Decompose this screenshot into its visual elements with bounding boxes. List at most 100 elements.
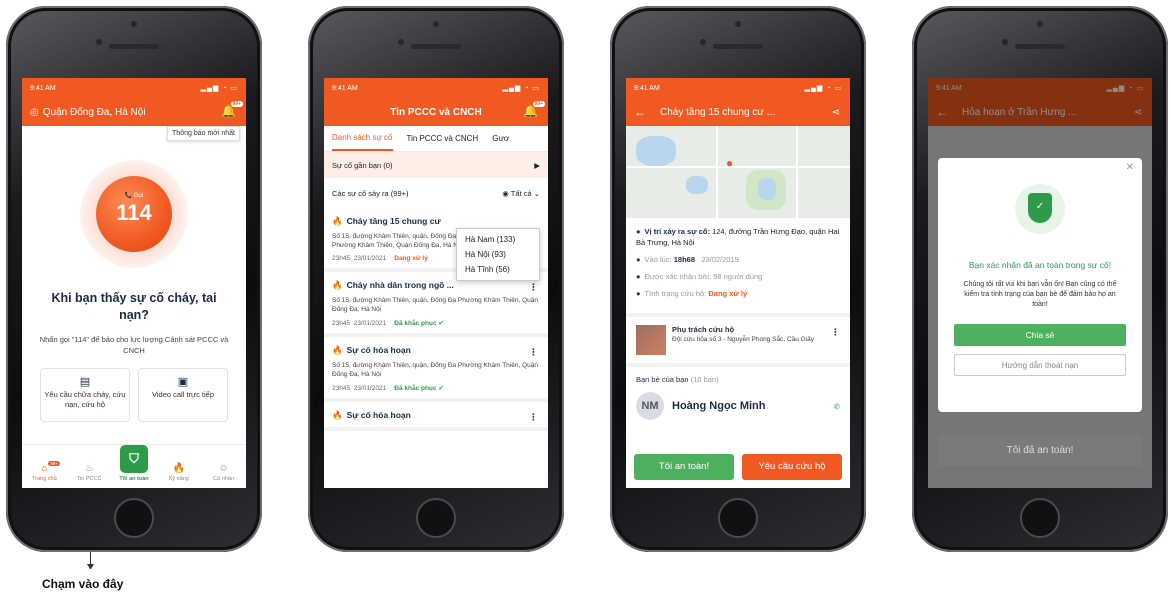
- status-time: 9:41 AM: [332, 84, 358, 92]
- tab-safe[interactable]: ⛉ Tôi an toàn: [114, 445, 154, 482]
- item-title: Sự cố hỏa hoạn: [346, 410, 411, 420]
- tab-safe-label: Tôi an toàn: [119, 476, 149, 482]
- bell-badge: 99+: [230, 101, 243, 107]
- more-icon[interactable]: ⋮: [529, 347, 538, 358]
- region-filter[interactable]: ◉ Tất cả ⌄: [502, 189, 540, 198]
- map-lake: [758, 178, 776, 200]
- tab-profile[interactable]: ☺ Cá nhân: [204, 463, 244, 482]
- share-button[interactable]: Chia sẻ: [954, 324, 1126, 346]
- title-bar: ← Cháy tầng 15 chung cư ... ⋖: [626, 98, 850, 126]
- tab-skills-label: Kỹ năng: [168, 476, 189, 482]
- escape-guide-button[interactable]: Hướng dẫn thoát nạn: [954, 354, 1126, 376]
- status-time: 9:41 AM: [634, 84, 660, 92]
- status-badge: Đã khắc phục: [394, 385, 437, 392]
- friend-name: Hoàng Ngọc Minh: [672, 400, 766, 412]
- bell-icon[interactable]: 🔔 99+: [523, 101, 545, 118]
- headline: Khi bạn thấy sự cố cháy, tai nạn?: [51, 291, 217, 322]
- incident-info: ● Vị trí xảy ra sự cố: 124, đường Trần Hư…: [636, 227, 840, 298]
- filter-row: Các sự cố sảy ra (99+) ◉ Tất cả ⌄: [324, 178, 548, 208]
- item-date: 23/01/2021: [353, 385, 387, 392]
- item-address: Số 15, đường Khâm Thiên, quận, Đống Đa P…: [332, 297, 538, 313]
- safe-button[interactable]: Tôi an toàn!: [634, 454, 734, 480]
- list-item[interactable]: 🔥 Sự cố hỏa hoạn ⋮: [324, 402, 548, 431]
- tab-pccc-news[interactable]: Tin PCCC và CNCH: [407, 134, 479, 143]
- tab-home[interactable]: ⌂ Trang chủ 99+: [24, 461, 64, 482]
- flame-icon: 🔥: [172, 463, 185, 474]
- safe-confirm-modal: ✕ ✓ Bạn xác nhận đã an toàn trong sự cố!…: [938, 158, 1142, 412]
- phone-icon: 📞: [124, 193, 134, 199]
- back-arrow-icon[interactable]: ←: [634, 105, 646, 119]
- friends-section: Bạn bè của bạn (10 bạn) NM Hoàng Ngọc Mi…: [626, 367, 850, 428]
- list-item[interactable]: 🔥 Cháy nhà dân trong ngõ ... ⋮ Số 15, đườ…: [324, 272, 548, 337]
- rescue-request-card[interactable]: ▤ Yêu cầu chữa cháy, cứu nạn, cứu hộ: [40, 368, 130, 422]
- dropdown-option[interactable]: Hà Tĩnh (56): [457, 262, 539, 277]
- call-114-button[interactable]: 📞 Gọi 114: [96, 176, 172, 252]
- front-camera: [433, 21, 439, 27]
- tab-badge: 99+: [48, 461, 61, 466]
- dropdown-option[interactable]: Hà Nam (133): [457, 232, 539, 247]
- signal-icon: ▂▄▆ ◔ ▭: [804, 85, 842, 92]
- home-button: [1020, 498, 1060, 538]
- item-date: 23/01/2021: [353, 320, 387, 327]
- header: 9:41 AM ▂▄▆ ◔ ▭ ◎ Quận Đống Đa, Hà Nội 🔔…: [22, 78, 246, 126]
- incident-list-screen: 9:41 AM ▂▄▆ ◔ ▭ Tin PCCC và CNCH 🔔 99+ Da…: [324, 78, 548, 488]
- fire-icon: 🔥: [332, 216, 343, 226]
- pointer-arrow-icon: [87, 564, 94, 571]
- home-screen: 9:41 AM ▂▄▆ ◔ ▭ ◎ Quận Đống Đa, Hà Nội 🔔…: [22, 78, 246, 488]
- confirm-title: Bạn xác nhận đã an toàn trong sự cố!: [968, 260, 1112, 270]
- home-button: [416, 498, 456, 538]
- dropdown-option[interactable]: Hà Nội (93): [457, 247, 539, 262]
- responsible-title: Phụ trách cứu hộ: [672, 325, 735, 334]
- item-title: Cháy nhà dân trong ngõ ...: [346, 280, 454, 290]
- map-pin-icon: ●: [726, 156, 734, 170]
- shield-icon: ⛉: [119, 445, 148, 473]
- tab-home-label: Trang chủ: [32, 476, 57, 482]
- location-label: Vị trí xảy ra sự cố:: [644, 227, 710, 236]
- sensor: [96, 39, 102, 45]
- rescue-request-button[interactable]: Yêu cầu cứu hộ: [742, 454, 842, 480]
- tab-incident-list[interactable]: Danh sách sự cố: [332, 126, 393, 151]
- bell-icon[interactable]: 🔔 99+: [221, 101, 243, 118]
- video-call-card[interactable]: ▣ Video call trực tiếp: [138, 368, 228, 422]
- list-item[interactable]: 🔥 Sự cố hỏa hoạn ⋮ Số 15, đường Khâm Thiê…: [324, 337, 548, 402]
- incident-map[interactable]: ●: [626, 126, 850, 218]
- phone-frame-1: 9:41 AM ▂▄▆ ◔ ▭ ◎ Quận Đống Đa, Hà Nội 🔔…: [6, 6, 262, 552]
- tab-news[interactable]: ♨ Tin PCCC: [69, 463, 109, 482]
- time-value: 18h68: [673, 255, 696, 264]
- more-icon[interactable]: ⋮: [529, 412, 538, 423]
- nearby-incidents[interactable]: Sự cố gần bạn (0) ▶: [324, 152, 548, 178]
- more-icon[interactable]: ⋮: [529, 282, 538, 293]
- item-title: Sự cố hỏa hoạn: [346, 345, 411, 355]
- close-icon[interactable]: ✕: [1126, 162, 1134, 173]
- header: 9:41 AM ▂▄▆ ◔ ▭ Tin PCCC và CNCH 🔔 99+: [324, 78, 548, 126]
- status-bar: 9:41 AM ▂▄▆ ◔ ▭: [22, 78, 246, 98]
- home-button: [718, 498, 758, 538]
- avatar: NM: [636, 392, 664, 420]
- tap-here-caption: Chạm vào đây: [42, 577, 124, 591]
- fire-icon: 🔥: [332, 345, 343, 355]
- status-bar: 9:41 AM ▂▄▆ ◔ ▭: [324, 78, 548, 98]
- friends-count: (10 bạn): [690, 375, 719, 384]
- status-time: 9:41 AM: [30, 84, 56, 92]
- sensor: [398, 39, 404, 45]
- location-bar[interactable]: ◎ Quận Đống Đa, Hà Nội 🔔 99+: [22, 98, 246, 126]
- phone-icon[interactable]: ✆: [834, 402, 840, 411]
- check-icon: ✔: [436, 320, 444, 327]
- tab-skills[interactable]: 🔥 Kỹ năng: [159, 463, 199, 482]
- safe-confirm-screen: 9:41 AM ▂▄▆ ◔ ▭ ← Hỏa hoạn ở Trần Hưng .…: [928, 78, 1152, 488]
- page-title: Cháy tầng 15 chung cư ...: [660, 106, 776, 118]
- phone-frame-3: 9:41 AM ▂▄▆ ◔ ▭ ← Cháy tầng 15 chung cư …: [610, 6, 866, 552]
- card-video-label: Video call trực tiếp: [152, 390, 214, 399]
- location-pin-icon: ◉: [502, 188, 511, 198]
- nearby-label: Sự cố gần bạn (0): [332, 160, 393, 170]
- fire-icon: ♨: [84, 463, 94, 474]
- tab-more[interactable]: Gươ: [492, 134, 509, 143]
- video-call-icon: ▣: [177, 376, 189, 388]
- share-icon[interactable]: ⋖: [832, 107, 840, 118]
- document-icon: ▤: [79, 376, 91, 388]
- map-road: [716, 126, 718, 218]
- more-icon[interactable]: ⋮: [831, 327, 840, 338]
- responsible-team[interactable]: Phụ trách cứu hộ Đội cứu hỏa số 3 - Nguy…: [626, 313, 850, 367]
- friends-label: Bạn bè của bạn: [636, 375, 689, 384]
- subtext: Nhấn gọi "114" để báo cho lực lượng Cảnh…: [39, 335, 229, 355]
